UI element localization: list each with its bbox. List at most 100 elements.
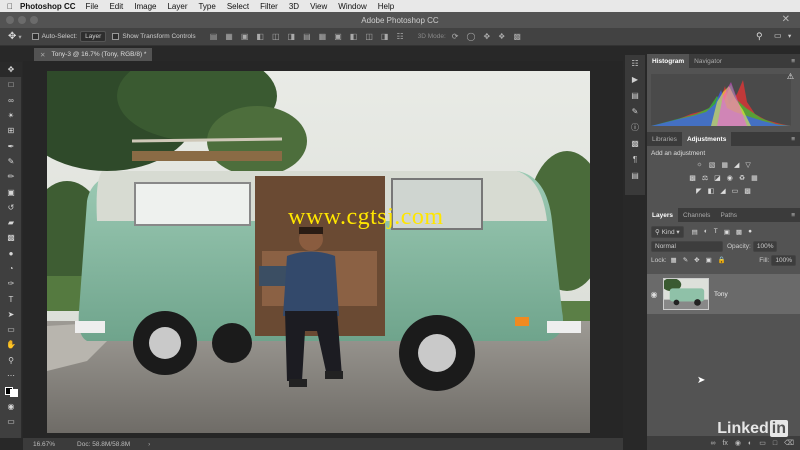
selective-color-icon[interactable]: ▩ [744, 187, 751, 195]
threshold-icon[interactable]: ◢ [720, 187, 725, 195]
quick-mask-icon[interactable]: ◉ [0, 399, 22, 414]
fill-field[interactable]: 100% [771, 254, 796, 266]
brightness-contrast-icon[interactable]: ☼ [696, 161, 702, 169]
lasso-tool-icon[interactable]: ∞ [0, 93, 22, 108]
history-panel-icon[interactable]: ☷ [625, 55, 645, 71]
workspace-dropdown-icon[interactable]: ▾ [788, 32, 791, 40]
distribute-right-icon[interactable]: ◨ [381, 32, 389, 41]
gradient-map-icon[interactable]: ▭ [732, 187, 739, 195]
panel-menu-icon[interactable]: ≡ [791, 212, 795, 219]
eyedropper-tool-icon[interactable]: ✒ [0, 138, 22, 153]
filter-shape-icon[interactable]: ▣ [724, 228, 730, 236]
info-panel-icon[interactable]: ⓘ [625, 119, 645, 135]
vibrance-icon[interactable]: ▽ [745, 161, 750, 169]
invert-icon[interactable]: ◤ [696, 187, 701, 195]
document-tab[interactable]: ✕ Tony-3 @ 16.7% (Tony, RGB/8) * [34, 48, 153, 61]
layer-name[interactable]: Tony [714, 291, 728, 298]
blend-mode-dropdown[interactable]: Normal [651, 240, 723, 252]
distribute-bottom-icon[interactable]: ▣ [334, 32, 342, 41]
lock-position-icon[interactable]: ✥ [694, 256, 699, 264]
auto-align-icon[interactable]: ☷ [396, 32, 403, 41]
move-tool-icon[interactable]: ✥ [0, 62, 22, 78]
pen-tool-icon[interactable]: ✑ [0, 276, 22, 291]
filter-type-icon[interactable]: T [714, 228, 718, 236]
lock-all-icon[interactable]: 🔒 [718, 256, 726, 264]
align-top-icon[interactable]: ▤ [210, 32, 218, 41]
new-group-icon[interactable]: ▭ [759, 439, 766, 447]
apple-icon[interactable]:  [0, 2, 20, 11]
tab-adjustments[interactable]: Adjustments [681, 132, 732, 146]
move-tool-icon[interactable]: ✥ [8, 31, 16, 42]
zoom-tool-icon[interactable]: ⚲ [0, 353, 22, 368]
tab-channels[interactable]: Channels [678, 208, 715, 222]
distribute-middle-icon[interactable]: ▦ [319, 32, 327, 41]
quick-selection-tool-icon[interactable]: ✴ [0, 108, 22, 123]
channels-panel-icon[interactable]: ▩ [625, 135, 645, 151]
menu-layer[interactable]: Layer [167, 2, 187, 11]
close-document-icon[interactable]: ✕ [40, 51, 45, 59]
marquee-tool-icon[interactable]: □ [0, 77, 22, 92]
path-selection-tool-icon[interactable]: ➤ [0, 307, 22, 322]
more-tools-icon[interactable]: ⋯ [0, 368, 22, 383]
panel-menu-icon[interactable]: ≡ [791, 58, 795, 65]
zoom-window-button[interactable] [30, 16, 38, 24]
menu-window[interactable]: Window [338, 2, 366, 11]
levels-icon[interactable]: ▧ [709, 161, 716, 169]
paragraph-panel-icon[interactable]: ¶ [625, 151, 645, 167]
search-icon[interactable]: ⚲ [756, 31, 763, 42]
menu-3d[interactable]: 3D [289, 2, 299, 11]
new-adjustment-icon[interactable]: ◐ [748, 440, 752, 447]
menu-view[interactable]: View [310, 2, 327, 11]
distribute-top-icon[interactable]: ▤ [303, 32, 311, 41]
rectangle-tool-icon[interactable]: ▭ [0, 322, 22, 337]
blur-tool-icon[interactable]: ● [0, 246, 22, 261]
app-menu[interactable]: Photoshop CC [20, 2, 76, 11]
auto-select-checkbox[interactable] [31, 33, 39, 40]
menu-file[interactable]: File [86, 2, 99, 11]
brush-tool-icon[interactable]: ✏ [0, 169, 22, 184]
hand-tool-icon[interactable]: ✋ [0, 337, 22, 352]
3d-orbit-icon[interactable]: ⟳ [452, 32, 459, 41]
crop-tool-icon[interactable]: ⊞ [0, 123, 22, 138]
color-lookup-icon[interactable]: ▦ [751, 174, 758, 182]
filter-smart-object-icon[interactable]: ▩ [736, 228, 742, 236]
menu-select[interactable]: Select [227, 2, 249, 11]
exposure-icon[interactable]: ◢ [734, 161, 739, 169]
eraser-tool-icon[interactable]: ▰ [0, 215, 22, 230]
brush-panel-icon[interactable]: ✎ [625, 103, 645, 119]
type-tool-icon[interactable]: T [0, 291, 22, 306]
screen-mode-icon[interactable]: ▭ [0, 414, 22, 429]
3d-slide-icon[interactable]: ❖ [498, 32, 505, 41]
workspace-icon[interactable]: ▭ [774, 31, 782, 40]
actions-panel-icon[interactable]: ▶ [625, 71, 645, 87]
3d-roll-icon[interactable]: ◯ [467, 32, 476, 41]
menu-type[interactable]: Type [198, 2, 215, 11]
distribute-center-icon[interactable]: ◫ [365, 32, 373, 41]
history-brush-tool-icon[interactable]: ↺ [0, 200, 22, 215]
minimize-window-button[interactable] [18, 16, 26, 24]
menu-image[interactable]: Image [134, 2, 156, 11]
character-panel-icon[interactable]: ▤ [625, 167, 645, 183]
tool-preset-dropdown-icon[interactable]: ▾ [18, 33, 21, 41]
tab-layers[interactable]: Layers [647, 208, 678, 222]
close-window-button[interactable] [6, 16, 14, 24]
lock-transparent-icon[interactable]: ▦ [671, 256, 677, 264]
filter-adjustment-icon[interactable]: ◐ [704, 228, 708, 236]
delete-layer-icon[interactable]: ⌫ [784, 439, 794, 447]
visibility-eye-icon[interactable]: ◉ [647, 290, 661, 299]
menu-help[interactable]: Help [378, 2, 394, 11]
clone-stamp-tool-icon[interactable]: ▣ [0, 184, 22, 199]
close-icon[interactable]: ✕ [782, 14, 790, 25]
kind-filter-dropdown[interactable]: ⚲ Kind ▾ [651, 226, 684, 238]
panel-menu-icon[interactable]: ≡ [791, 136, 795, 143]
auto-select-dropdown[interactable]: Layer [80, 31, 107, 42]
layer-style-icon[interactable]: fx [722, 440, 727, 447]
properties-panel-icon[interactable]: ▤ [625, 87, 645, 103]
photo-filter-icon[interactable]: ◉ [727, 174, 733, 182]
tab-histogram[interactable]: Histogram [647, 54, 690, 68]
cache-warning-icon[interactable]: ⚠ [787, 72, 794, 81]
color-swatches-icon[interactable] [0, 383, 22, 398]
new-layer-icon[interactable]: □ [773, 440, 777, 447]
filter-toggle-icon[interactable]: ● [748, 228, 752, 236]
3d-scale-icon[interactable]: ▩ [513, 32, 521, 41]
